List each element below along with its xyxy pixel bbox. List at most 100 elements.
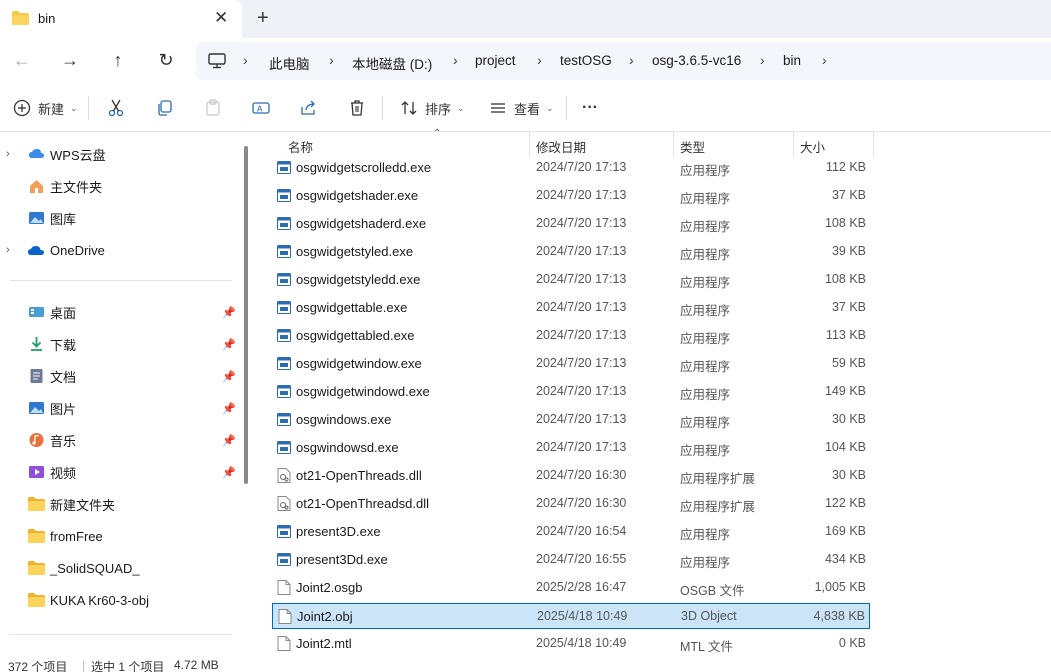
column-divider[interactable] [873,132,874,158]
tab-bin[interactable]: bin ✕ [0,0,242,38]
sidebar-item[interactable]: _SolidSQUAD_ [0,554,240,582]
file-date: 2024/7/20 16:30 [536,468,627,482]
breadcrumb-item[interactable]: testOSG [560,53,612,68]
folder-icon [28,560,45,576]
pin-icon: 📌 [222,370,236,383]
sidebar-item[interactable]: 图片 📌 [0,394,240,422]
file-type: 应用程序扩展 [680,472,756,486]
file-row[interactable]: osgwindows.exe 2024/7/20 17:13 应用程序 30 KB [272,407,870,433]
refresh-icon[interactable]: ↻ [154,49,178,73]
file-row[interactable]: present3D.exe 2024/7/20 16:54 应用程序 169 KB [272,519,870,545]
plus-circle-icon [13,99,31,117]
back-arrow-icon[interactable]: ← [10,49,34,73]
file-date: 2024/7/20 17:13 [536,216,627,230]
file-row[interactable]: osgwidgetstyled.exe 2024/7/20 17:13 应用程序 39… [272,239,870,265]
chevron-right-icon[interactable]: › [629,52,634,68]
sidebar-item[interactable]: 文档 📌 [0,362,240,390]
breadcrumb-item[interactable]: bin [783,53,801,68]
file-size: 30 KB [831,412,866,426]
chevron-down-icon: ⌄ [457,102,465,113]
breadcrumb-item[interactable]: 本地磁盘 (D:) [352,53,432,73]
sidebar-item[interactable]: KUKA Kr60-3-obj [0,586,240,614]
file-row[interactable]: present3Dd.exe 2024/7/20 16:55 应用程序 434 KB [272,547,870,573]
file-type: 应用程序 [680,528,731,542]
sort-button[interactable]: 排序 ⌄ [399,97,465,119]
chevron-right-icon[interactable]: › [329,52,334,68]
breadcrumb-item[interactable]: osg-3.6.5-vc16 [652,53,741,68]
file-row[interactable]: osgwidgetstyledd.exe 2024/7/20 17:13 应用程序 1… [272,267,870,293]
sidebar-item[interactable]: 主文件夹 [0,172,240,200]
paste-button[interactable] [203,97,223,119]
more-options-button[interactable]: ··· [582,97,598,119]
new-button[interactable]: 新建 ⌄ [12,97,78,119]
share-button[interactable] [299,97,319,119]
sidebar-item-label: 桌面 [50,305,77,321]
application-icon [277,160,291,175]
chevron-right-icon[interactable]: › [822,52,827,68]
pin-icon: 📌 [222,402,236,415]
file-row[interactable]: osgwidgetscrolledd.exe 2024/7/20 17:13 应用程… [272,155,870,181]
cut-button[interactable] [106,97,126,119]
chevron-right-icon[interactable]: › [6,244,10,256]
file-size: 169 KB [824,524,866,538]
rename-button[interactable]: A [251,97,271,119]
file-row[interactable]: Joint2.obj 2025/4/18 10:49 3D Object 4,838 … [272,603,870,629]
file-row[interactable]: ot21-OpenThreadsd.dll 2024/7/20 16:30 应用程序… [272,491,870,517]
rename-icon: A [252,102,270,114]
file-row[interactable]: osgwidgetshader.exe 2024/7/20 17:13 应用程序 37… [272,183,870,209]
chevron-right-icon[interactable]: › [537,52,542,68]
sidebar-item-label: _SolidSQUAD_ [50,560,140,576]
file-name: ot21-OpenThreadsd.dll [296,496,429,511]
file-row[interactable]: osgwidgettable.exe 2024/7/20 17:13 应用程序 37 … [272,295,870,321]
file-date: 2024/7/20 17:13 [536,300,627,314]
file-type: 应用程序 [680,164,731,178]
sidebar-item[interactable]: fromFree [0,522,240,550]
file-row[interactable]: osgwindowsd.exe 2024/7/20 17:13 应用程序 104 KB [272,435,870,461]
breadcrumb-item[interactable]: 此电脑 [269,53,310,73]
sort-icon [401,101,417,115]
delete-button[interactable] [347,97,367,119]
file-row[interactable]: osgwidgetwindowd.exe 2024/7/20 17:13 应用程序 1… [272,379,870,405]
close-icon[interactable]: ✕ [214,8,228,28]
breadcrumb-item[interactable]: project [475,53,516,68]
file-name: osgwidgetstyledd.exe [296,272,421,287]
file-row[interactable]: osgwidgetshaderd.exe 2024/7/20 17:13 应用程序 1… [272,211,870,237]
copy-button[interactable] [155,97,175,119]
sidebar-item[interactable]: 桌面 📌 [0,298,240,326]
sidebar-item[interactable]: 下载 📌 [0,330,240,358]
chevron-right-icon[interactable]: › [760,52,765,68]
sidebar-item[interactable]: 视频 📌 [0,458,240,486]
file-size: 434 KB [824,552,866,566]
paste-icon [206,99,220,116]
sidebar-divider [10,280,232,281]
chevron-right-icon[interactable]: › [6,148,10,160]
address-bar[interactable]: › 此电脑 › 本地磁盘 (D:) › project › testOSG › … [196,42,1051,80]
application-icon [277,188,291,203]
divider [382,96,383,120]
file-row[interactable]: Joint2.osgb 2025/2/28 16:47 OSGB 文件 1,005 K… [272,575,870,601]
view-button[interactable]: 查看 ⌄ [488,97,554,119]
sidebar-item[interactable]: › WPS云盘 [0,140,240,168]
sidebar-item[interactable]: › OneDrive [0,236,240,264]
sidebar-item[interactable]: 图库 [0,204,240,232]
chevron-down-icon: ⌄ [70,102,78,113]
file-date: 2024/7/20 17:13 [536,384,627,398]
sidebar-item[interactable]: 音乐 📌 [0,426,240,454]
view-label: 查看 [514,101,541,117]
sidebar-item[interactable]: 新建文件夹 [0,490,240,518]
file-icon [278,609,292,624]
file-row[interactable]: ot21-OpenThreads.dll 2024/7/20 16:30 应用程序扩… [272,463,870,489]
file-row[interactable]: osgwidgettabled.exe 2024/7/20 17:13 应用程序 11… [272,323,870,349]
forward-arrow-icon[interactable]: → [58,49,82,73]
chevron-down-icon: ⌄ [546,102,554,113]
application-icon [277,552,291,567]
chevron-right-icon[interactable]: › [453,52,458,68]
chevron-right-icon[interactable]: › [243,52,248,68]
new-tab-button[interactable]: + [257,7,269,29]
up-arrow-icon[interactable]: ↑ [106,49,130,73]
sidebar-scrollbar[interactable] [244,146,248,484]
file-date: 2025/2/28 16:47 [536,580,627,594]
file-row[interactable]: osgwidgetwindow.exe 2024/7/20 17:13 应用程序 59… [272,351,870,377]
file-name: present3Dd.exe [296,552,388,567]
file-name: osgwindowsd.exe [296,440,399,455]
